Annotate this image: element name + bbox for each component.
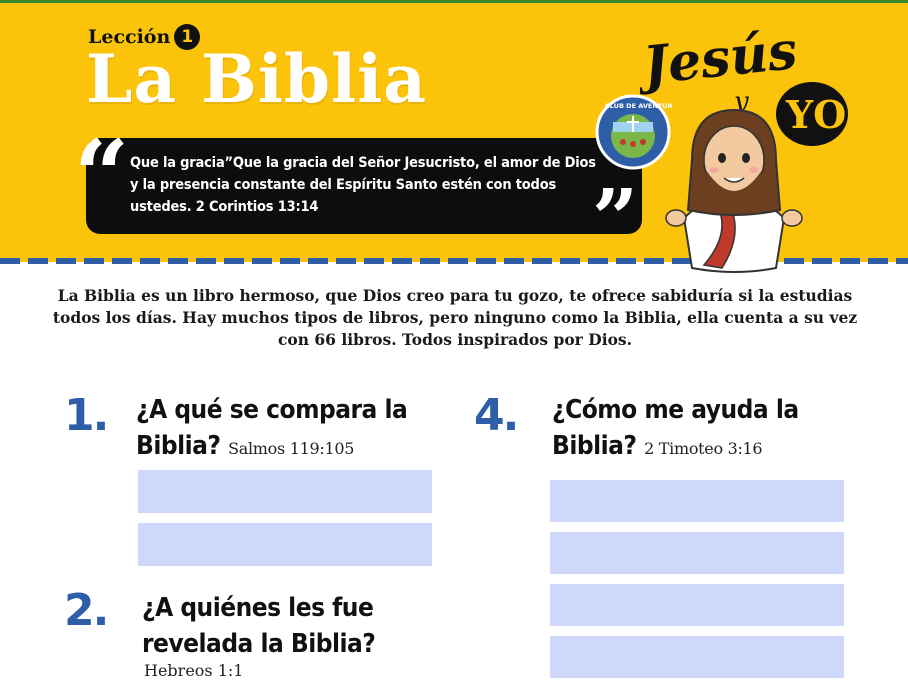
page-title: La Biblia <box>86 40 428 118</box>
badge-text: CLUB DE AVENTUREROS <box>605 102 673 110</box>
verse-quote-box: Que la gracia”Que la gracia del Señor Je… <box>86 138 642 234</box>
question-4-answer-line-4[interactable] <box>550 636 844 678</box>
question-4-line-1: ¿Cómo me ayuda la <box>552 395 799 425</box>
question-2-line-2: revelada la Biblia? <box>142 629 376 659</box>
intro-paragraph: La Biblia es un libro hermoso, que Dios … <box>52 286 858 349</box>
question-1-number: 1. <box>64 390 109 441</box>
question-2-text: ¿A quiénes les fue revelada la Biblia? <box>142 590 452 662</box>
question-1-line-2-text: Biblia? <box>136 431 221 461</box>
question-4-text: ¿Cómo me ayuda la Biblia? 2 Timoteo 3:16 <box>552 392 882 467</box>
question-2-line-1: ¿A quiénes les fue <box>142 593 374 623</box>
question-4-line-2: Biblia? 2 Timoteo 3:16 <box>552 428 882 467</box>
question-2-number: 2. <box>64 585 109 636</box>
question-1-answer-line-2[interactable] <box>138 523 432 566</box>
question-1-line-1: ¿A qué se compara la <box>136 395 408 425</box>
jesus-illustration <box>665 108 803 273</box>
question-4-answer-line-3[interactable] <box>550 584 844 626</box>
top-color-strip <box>0 0 908 3</box>
question-4-line-2-text: Biblia? <box>552 431 637 461</box>
brand-word-jesus: Jesús <box>640 20 800 98</box>
question-1-text: ¿A qué se compara la Biblia? Salmos 119:… <box>136 392 446 467</box>
question-1-reference: Salmos 119:105 <box>228 439 355 458</box>
question-4-reference: 2 Timoteo 3:16 <box>644 439 763 458</box>
club-aventureros-badge-icon: CLUB DE AVENTUREROS <box>595 94 673 170</box>
question-4-answer-line-1[interactable] <box>550 480 844 522</box>
question-4-answer-line-2[interactable] <box>550 532 844 574</box>
close-quote-icon: ” <box>592 171 639 265</box>
question-2-reference: Hebreos 1:1 <box>144 661 244 680</box>
question-4-number: 4. <box>474 390 519 441</box>
question-1-answer-line-1[interactable] <box>138 470 432 513</box>
question-1-line-2: Biblia? Salmos 119:105 <box>136 428 446 467</box>
verse-quote-text: Que la gracia”Que la gracia del Señor Je… <box>130 155 596 215</box>
open-quote-icon: “ <box>74 119 130 232</box>
